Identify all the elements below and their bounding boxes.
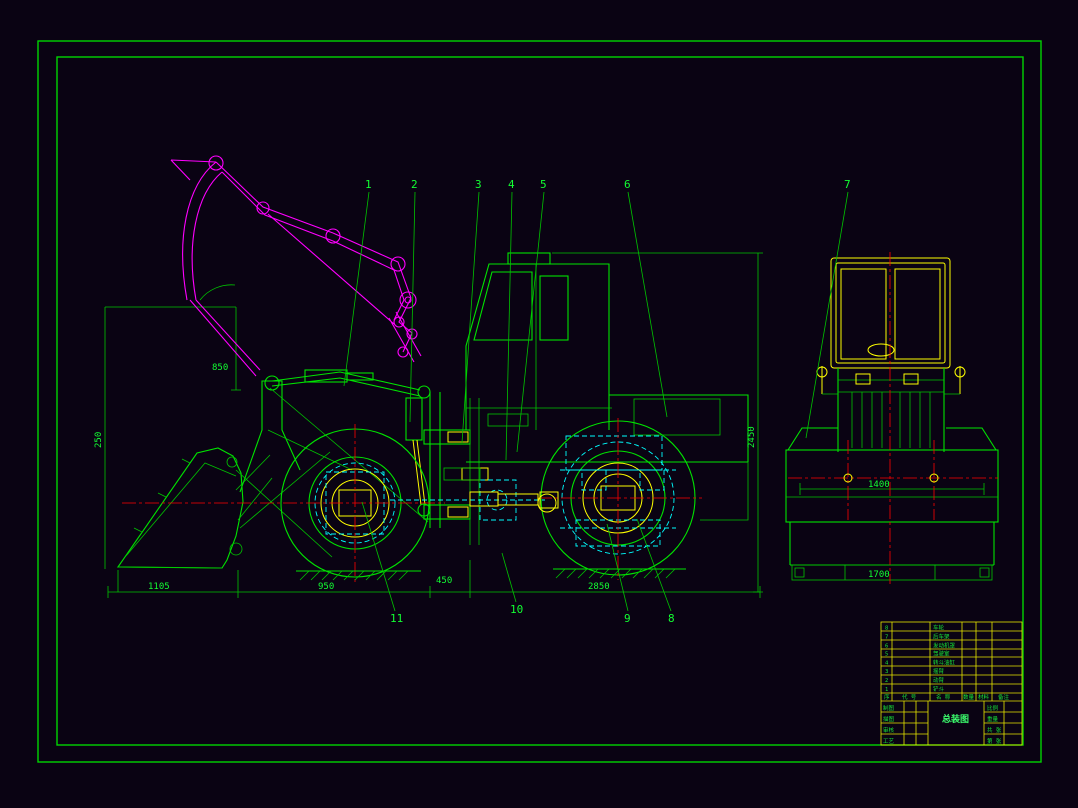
bom-no: 7	[885, 634, 888, 640]
front-wheel-centerlines	[122, 424, 445, 582]
fv-centerlines	[788, 252, 998, 584]
bom-header-mat: 材料	[978, 693, 990, 701]
bom-name: 发动机罩	[933, 641, 956, 649]
label-weight: 重量	[987, 715, 999, 723]
bom-no: 4	[885, 660, 889, 666]
bom-no: 1	[885, 687, 888, 693]
bom-name: 驾驶室	[933, 649, 950, 657]
bom-header-no: 序	[884, 693, 890, 701]
title-block-border	[880, 621, 1023, 746]
callout-5: 5	[540, 178, 547, 191]
bom-no: 2	[885, 678, 888, 684]
inner-border	[56, 56, 1024, 746]
callout-7: 7	[844, 178, 851, 191]
bom-name: 转斗油缸	[933, 658, 956, 666]
dim-250: 250	[94, 432, 104, 448]
bom-no: 6	[885, 643, 888, 649]
side-view: 850 250 1105 950 450 2850 2450	[94, 155, 763, 598]
tilt-cylinder	[405, 397, 423, 441]
dim-950: 950	[318, 582, 334, 592]
title-block: 序 代 号 名 称 数量 材料 备注 8 7 6 5 4 3 2 1 车轮 后车…	[880, 621, 1023, 746]
drivetrain	[390, 467, 559, 521]
dim-450: 450	[436, 576, 452, 586]
label-trace: 描图	[883, 715, 895, 723]
dimension-height: 2450	[552, 252, 763, 593]
boom-linkage	[170, 155, 422, 377]
outer-border	[37, 40, 1042, 763]
callout-3: 3	[475, 178, 482, 191]
fv-machinery	[787, 366, 997, 452]
callout-10: 10	[510, 603, 523, 616]
bom-header-qty: 数量	[963, 693, 975, 701]
label-sheet-no: 第 张	[987, 737, 1002, 745]
label-sheet-total: 共 张	[987, 726, 1002, 734]
bom-name: 摇臂	[933, 667, 945, 675]
label-scale: 比例	[987, 704, 999, 712]
dim-1105: 1105	[148, 582, 170, 592]
callout-9: 9	[624, 612, 631, 625]
fv-cab	[830, 257, 951, 369]
dimension-bottom: 1105 950 450 2850	[107, 560, 761, 598]
callout-8: 8	[668, 612, 675, 625]
bom-name: 后车架	[933, 632, 950, 640]
callout-4: 4	[508, 178, 515, 191]
rear-wheel	[538, 418, 702, 580]
drawing-svg: 850 250 1105 950 450 2850 2450 1400 1700…	[37, 40, 1042, 763]
drawing-frame	[37, 40, 1042, 763]
windshield	[473, 271, 533, 341]
front-wheel	[122, 424, 445, 582]
callout-1: 1	[365, 178, 372, 191]
bom-name: 车轮	[933, 624, 945, 632]
bom-no: 3	[885, 669, 888, 675]
label-draw: 制图	[883, 704, 895, 712]
fv-body: 1400 1700	[785, 449, 999, 581]
cad-canvas: 850 250 1105 950 450 2850 2450 1400 1700…	[0, 0, 1078, 808]
dimension-left: 850 250	[94, 306, 241, 569]
label-check: 审核	[883, 726, 895, 734]
bom-rows: 8 7 6 5 4 3 2 1 车轮 后车架 发动机罩 驾驶室 转斗油缸 摇臂 …	[885, 624, 956, 694]
bom-header-note: 备注	[998, 693, 1010, 701]
label-craft: 工艺	[883, 738, 895, 745]
bom-header-name: 名 称	[936, 693, 951, 701]
bom-header: 序 代 号 名 称 数量 材料 备注	[884, 693, 1010, 701]
bom-no: 8	[885, 626, 888, 632]
cab	[465, 252, 612, 430]
bom-name: 铲斗	[933, 685, 945, 693]
dim-2450: 2450	[747, 426, 757, 448]
cab-window	[539, 275, 569, 341]
callout-6: 6	[624, 178, 631, 191]
bom-header-code: 代 号	[902, 693, 917, 701]
dim-1400: 1400	[868, 480, 890, 490]
loader-arm	[264, 369, 431, 517]
front-view: 1400 1700	[785, 252, 999, 584]
callout-11: 11	[390, 612, 403, 625]
drawing-title: 总装图	[942, 713, 969, 725]
cab-roof-box	[507, 252, 551, 265]
front-chassis	[235, 380, 489, 558]
callout-labels: 1 2 3 4 5 6 7 8 9 10 11	[365, 178, 851, 625]
callout-2: 2	[411, 178, 418, 191]
callout-leaders	[343, 191, 849, 612]
dim-2850: 2850	[588, 582, 610, 592]
bom-no: 5	[885, 651, 888, 657]
dim-850: 850	[212, 363, 228, 373]
bom-name: 动臂	[933, 676, 945, 684]
dim-1700: 1700	[868, 570, 890, 580]
